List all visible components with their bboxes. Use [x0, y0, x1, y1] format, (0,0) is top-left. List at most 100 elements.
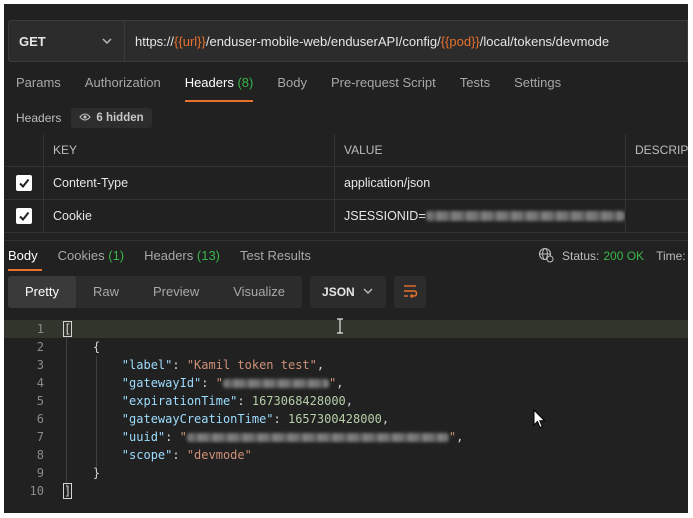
code-line: 7 "uuid": " ", [4, 428, 688, 446]
view-pretty-button[interactable]: Pretty [8, 276, 76, 308]
chevron-down-icon [100, 34, 114, 48]
tab-pre-request-script[interactable]: Pre-request Script [319, 74, 448, 102]
redacted-value [222, 379, 329, 388]
method-label: GET [19, 33, 46, 49]
url-part: /enduser-mobile-web/enduserAPI/config/ [205, 33, 441, 49]
code-text: "gatewayCreationTime": 1657300428000, [121, 412, 390, 426]
hidden-headers-toggle[interactable]: 6 hidden [71, 108, 152, 128]
code-text: "scope": "devmode" [121, 448, 252, 462]
view-visualize-button[interactable]: Visualize [216, 276, 302, 308]
json-key: "scope" [121, 448, 173, 462]
brace: } [92, 466, 101, 480]
code-line: 4 "gatewayId": " ", [4, 374, 688, 392]
code-text: [ [62, 320, 73, 338]
table-row: Cookie JSESSIONID= [4, 200, 688, 233]
tab-headers-label: Headers [184, 75, 234, 90]
tab-headers[interactable]: Headers (8) [173, 74, 266, 102]
header-description-cell[interactable] [626, 167, 688, 199]
line-number: 9 [36, 466, 44, 480]
globe-icon[interactable] [538, 247, 554, 266]
code-text: "uuid": " ", [121, 430, 464, 444]
line-number: 8 [36, 448, 44, 462]
json-key: "label" [121, 358, 173, 372]
cookies-label: Cookies [57, 248, 105, 263]
header-value-cell[interactable]: JSESSIONID= [335, 200, 626, 232]
tab-params[interactable]: Params [4, 74, 73, 102]
postman-window: GET https://{{url}}/enduser-mobile-web/e… [4, 4, 688, 513]
code-text: ] [62, 482, 73, 500]
eye-icon [79, 112, 92, 125]
code-text: } [64, 464, 100, 482]
text-cursor-icon [334, 318, 346, 334]
bracket: [ [62, 321, 73, 337]
json-key: "uuid" [121, 430, 166, 444]
code-line: 2 { [4, 338, 688, 356]
tab-tests[interactable]: Tests [448, 74, 502, 102]
headers-table: KEY VALUE DESCRIP Content-Type applicati… [4, 134, 688, 233]
code-text: "expirationTime": 1673068428000, [121, 394, 353, 408]
url-variable-pod: {{pod}} [440, 33, 480, 49]
time-label[interactable]: Time: [656, 249, 686, 263]
column-value: VALUE [335, 134, 626, 166]
view-raw-button[interactable]: Raw [76, 276, 136, 308]
column-description: DESCRIP [635, 143, 688, 157]
view-mode-segmented-control: Pretty Raw Preview Visualize [8, 276, 303, 308]
row-checkbox[interactable] [15, 208, 32, 224]
tab-response-headers[interactable]: Headers (13) [140, 241, 228, 271]
header-description-cell[interactable] [626, 200, 688, 232]
tab-response-body[interactable]: Body [4, 241, 46, 271]
response-headers-label: Headers [144, 248, 194, 263]
line-number: 7 [36, 430, 44, 444]
url-variable-url: {{url}} [174, 33, 206, 49]
tab-authorization[interactable]: Authorization [73, 74, 173, 102]
method-dropdown[interactable]: GET [8, 20, 125, 62]
tab-body[interactable]: Body [265, 74, 319, 102]
checkmark-icon [18, 211, 29, 222]
mouse-pointer-icon [533, 408, 547, 429]
header-key-cell[interactable]: Content-Type [44, 167, 335, 199]
code-line: 8 "scope": "devmode" [4, 446, 688, 464]
cookies-count: (1) [108, 248, 125, 263]
column-key: KEY [44, 134, 335, 166]
wrap-lines-button[interactable] [394, 276, 427, 308]
response-headers-count: (13) [196, 248, 221, 263]
line-number: 5 [36, 394, 44, 408]
table-header-cell [4, 134, 44, 166]
response-body-editor[interactable]: 1 [ 2 { 3 "label": "Kamil token test", 4… [4, 316, 688, 513]
response-view-toolbar: Pretty Raw Preview Visualize JSON [8, 276, 427, 308]
url-input[interactable]: https://{{url}}/enduser-mobile-web/endus… [125, 20, 688, 62]
header-key-cell[interactable]: Cookie [44, 200, 335, 232]
request-tabs: Params Authorization Headers (8) Body Pr… [4, 74, 688, 102]
row-checkbox-cell [4, 200, 44, 232]
line-number: 2 [36, 340, 44, 354]
wrap-lines-icon [402, 284, 418, 301]
header-value-cell[interactable]: application/json [335, 167, 626, 199]
bracket: ] [62, 483, 73, 499]
line-number: 4 [36, 376, 44, 390]
line-number: 3 [36, 358, 44, 372]
headers-count: (8) [237, 75, 254, 90]
json-string: "Kamil token test" [186, 358, 317, 372]
chevron-down-icon [362, 285, 374, 300]
response-status: Status: 200 OK Time: [538, 241, 686, 271]
line-number: 1 [36, 322, 44, 336]
cookie-value-prefix: JSESSIONID= [344, 209, 426, 223]
code-line: 3 "label": "Kamil token test", [4, 356, 688, 374]
url-part: https:// [135, 33, 175, 49]
row-checkbox[interactable] [15, 175, 32, 191]
request-url-bar: GET https://{{url}}/enduser-mobile-web/e… [8, 20, 688, 62]
json-number: 1657300428000 [287, 412, 382, 426]
redacted-value [425, 211, 625, 221]
json-key: "gatewayCreationTime" [121, 412, 274, 426]
format-label: JSON [322, 285, 355, 299]
line-number: 6 [36, 412, 44, 426]
tab-settings[interactable]: Settings [502, 74, 573, 102]
tab-response-cookies[interactable]: Cookies (1) [54, 241, 132, 271]
code-line: 5 "expirationTime": 1673068428000, [4, 392, 688, 410]
code-line: 6 "gatewayCreationTime": 1657300428000, [4, 410, 688, 428]
tab-test-results[interactable]: Test Results [236, 241, 319, 271]
status-value[interactable]: 200 OK [603, 249, 644, 263]
code-line: 1 [ [4, 320, 688, 338]
view-preview-button[interactable]: Preview [136, 276, 216, 308]
format-dropdown[interactable]: JSON [310, 276, 387, 308]
